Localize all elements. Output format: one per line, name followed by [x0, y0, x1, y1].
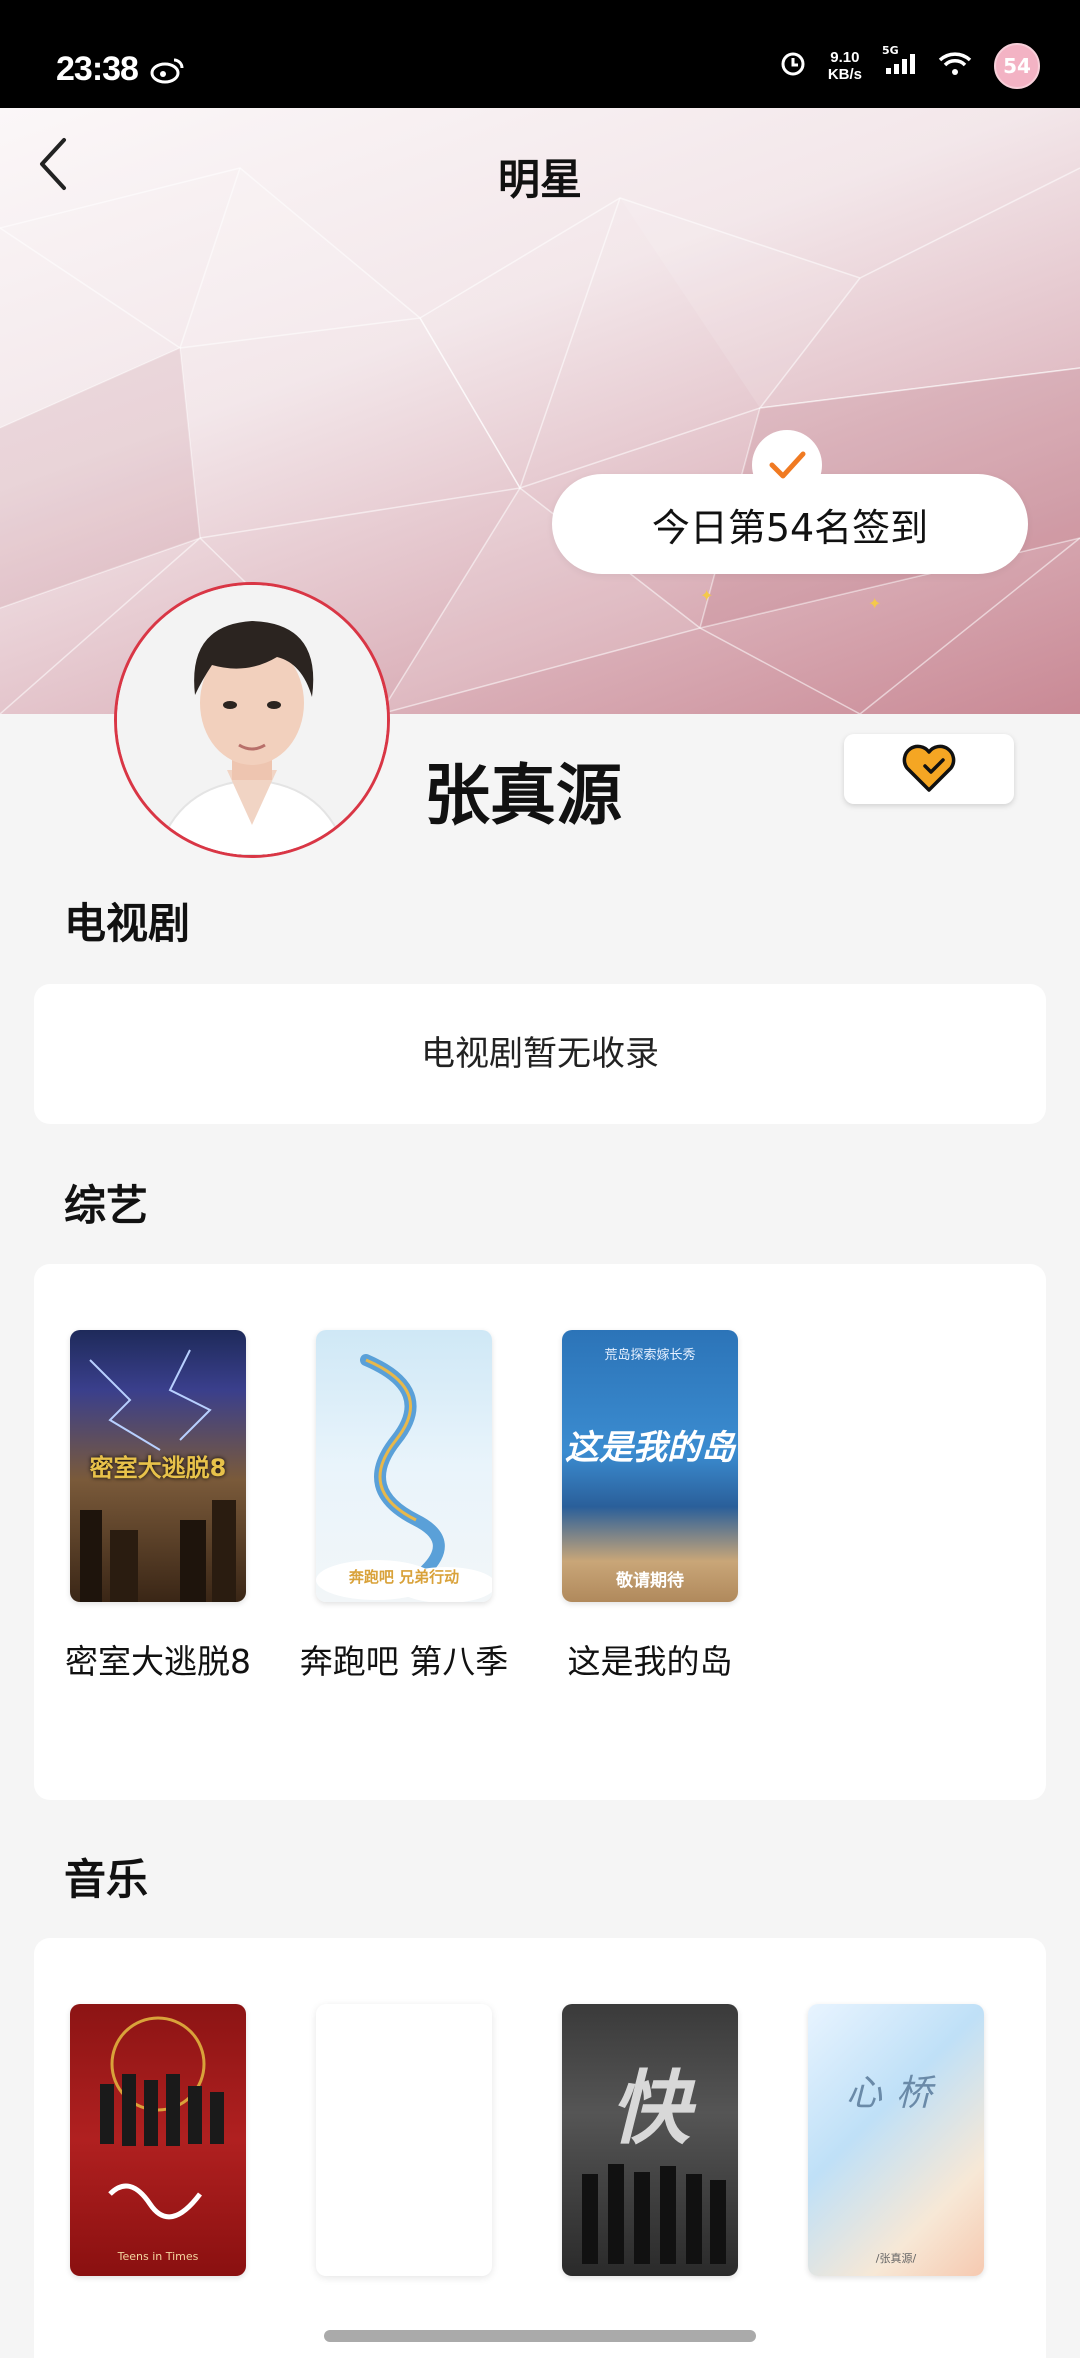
- poster-image: 奔跑吧 兄弟行动: [316, 1330, 492, 1602]
- music-item[interactable]: 快: [562, 2004, 738, 2276]
- star-avatar: [114, 582, 390, 858]
- net-speed: 9.10 KB/s: [827, 49, 862, 83]
- weibo-icon: [150, 54, 186, 88]
- variety-item[interactable]: 奔跑吧 兄弟行动 奔跑吧 第八季: [300, 1330, 508, 1686]
- status-time: 23:38: [56, 50, 139, 88]
- poster-image: 快: [562, 2004, 738, 2276]
- item-title: 奔跑吧 第八季: [299, 1642, 509, 1681]
- variety-card: 密室大逃脱8 密室大逃脱8 奔跑吧 兄弟行动 奔跑吧 第八季 荒岛探索嫁长秀 这…: [34, 1264, 1046, 1800]
- item-title: 这是我的岛: [567, 1642, 733, 1681]
- music-item[interactable]: 心桥 /张真源/: [808, 2004, 984, 2276]
- user-avatar-badge[interactable]: 54: [994, 43, 1040, 89]
- music-item[interactable]: [316, 2004, 492, 2276]
- wifi-icon: [938, 51, 972, 81]
- poster-image: 密室大逃脱8: [70, 1330, 246, 1602]
- heart-check-icon: [902, 744, 956, 792]
- section-title-tv: 电视剧: [64, 899, 191, 948]
- sparkle-icon: ✦: [700, 586, 714, 605]
- tv-card: 电视剧暂无收录: [34, 984, 1046, 1124]
- poster-image: [316, 2004, 492, 2276]
- section-title-music: 音乐: [64, 1855, 149, 1904]
- music-item[interactable]: Teens in Times: [70, 2004, 246, 2276]
- music-card: Teens in Times 快 心桥 /张真源/: [34, 1938, 1046, 2358]
- alarm-icon: [780, 51, 806, 81]
- checkin-check-icon: [752, 430, 822, 500]
- sparkle-icon: ✦: [868, 594, 882, 613]
- section-title-variety: 综艺: [64, 1181, 149, 1230]
- variety-item[interactable]: 荒岛探索嫁长秀 这是我的岛 敬请期待 这是我的岛: [562, 1330, 738, 1686]
- tv-empty-text: 电视剧暂无收录: [421, 1034, 659, 1074]
- poster-image: Teens in Times: [70, 2004, 246, 2276]
- page-title: 明星: [497, 155, 582, 204]
- poster-image: 荒岛探索嫁长秀 这是我的岛 敬请期待: [562, 1330, 738, 1602]
- home-indicator[interactable]: [324, 2330, 756, 2342]
- follow-button[interactable]: [844, 734, 1014, 804]
- variety-item[interactable]: 密室大逃脱8 密室大逃脱8: [65, 1330, 251, 1686]
- item-title: 密室大逃脱8: [65, 1642, 251, 1681]
- status-bar: 23:38 9.10 KB/s 5G 54: [0, 0, 1080, 108]
- signal-icon: 5G: [882, 44, 916, 80]
- checkin-text: 今日第54名签到: [651, 505, 929, 550]
- star-name: 张真源: [424, 757, 622, 834]
- poster-image: 心桥 /张真源/: [808, 2004, 984, 2276]
